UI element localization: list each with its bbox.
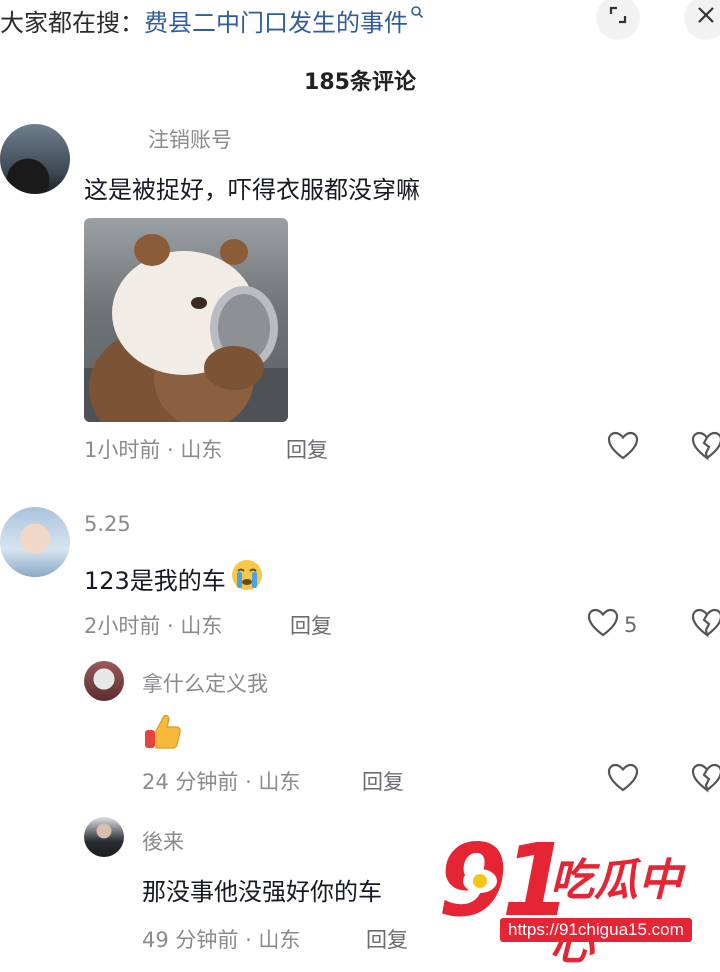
search-suggestion[interactable]: 大家都在搜： 费县二中门口发生的事件 (0, 0, 424, 40)
like-count: 5 (624, 613, 638, 637)
close-button[interactable] (684, 0, 720, 40)
expand-icon (607, 3, 629, 33)
reply-text: 那没事他没强好你的车 (142, 878, 382, 906)
broken-heart-icon (690, 608, 720, 644)
dislike-button[interactable] (690, 606, 720, 644)
reply-time-location: 24 分钟前 · 山东 (142, 770, 301, 794)
comment-time-location: 1小时前 · 山东 (84, 438, 223, 462)
dislike-button[interactable] (690, 761, 720, 799)
heart-icon (606, 431, 640, 467)
avatar[interactable] (84, 817, 124, 857)
reply-button[interactable]: 回复 (366, 924, 408, 954)
search-icon (410, 5, 424, 23)
comment-username[interactable]: 5.25 (84, 512, 131, 536)
like-button[interactable]: 5 (586, 606, 637, 644)
avatar[interactable] (0, 507, 70, 577)
avatar[interactable] (0, 124, 70, 194)
reply-button[interactable]: 回复 (286, 434, 328, 464)
reply-button[interactable]: 回复 (290, 610, 332, 640)
comment-image[interactable] (84, 218, 288, 422)
reply-time-location: 49 分钟前 · 山东 (142, 928, 301, 952)
reply-username[interactable]: 拿什么定义我 (142, 668, 268, 698)
comment-count-title: 185条评论 (304, 70, 416, 95)
reply-button[interactable]: 回复 (362, 766, 404, 796)
search-query-link[interactable]: 费县二中门口发生的事件 (144, 3, 408, 38)
search-prefix: 大家都在搜： (0, 8, 144, 37)
thumbs-up-icon (142, 710, 184, 756)
comment-time-location: 2小时前 · 山东 (84, 614, 223, 638)
comment-text: 123是我的车 (84, 566, 226, 595)
panda-illustration (84, 234, 288, 422)
crying-face-icon (230, 558, 264, 598)
close-icon (695, 3, 717, 33)
expand-button[interactable] (596, 0, 640, 40)
heart-icon (606, 763, 640, 799)
like-button[interactable] (606, 761, 640, 799)
heart-icon (586, 606, 620, 644)
watermark: 91 吃瓜中心 https://91chigua15.com (438, 822, 718, 970)
comment-text: 这是被捉好，吓得衣服都没穿嘛 (84, 176, 420, 204)
broken-heart-icon (690, 431, 720, 467)
broken-heart-icon (690, 763, 720, 799)
avatar[interactable] (84, 661, 124, 701)
like-button[interactable] (606, 429, 640, 467)
watermark-egg-icon (460, 866, 500, 900)
watermark-url: https://91chigua15.com (500, 918, 692, 942)
watermark-name: 吃瓜中心 (550, 855, 682, 970)
comment-text-row: 123是我的车 (84, 558, 264, 598)
dislike-button[interactable] (690, 429, 720, 467)
reply-username[interactable]: 後来 (142, 826, 184, 856)
comment-username[interactable]: 注销账号 (148, 124, 232, 154)
